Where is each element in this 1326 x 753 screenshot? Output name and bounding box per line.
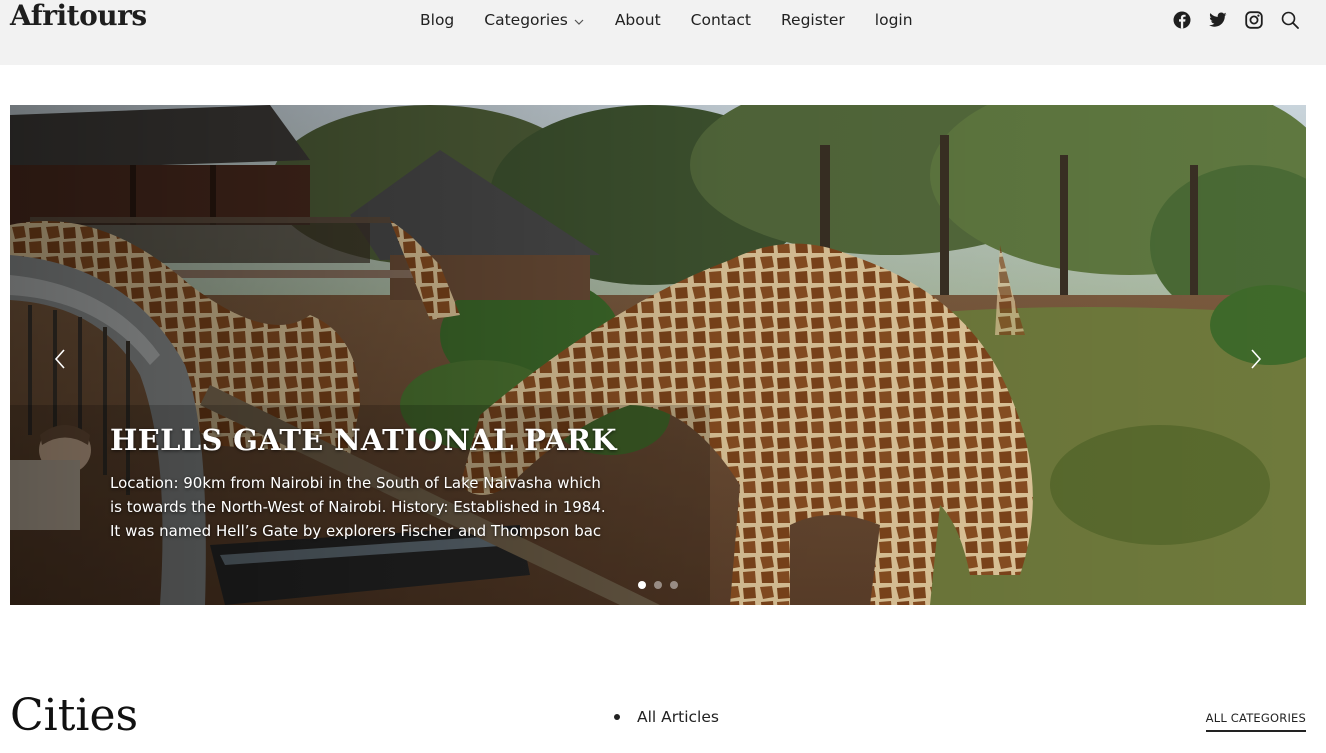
nav-blog-label: Blog	[420, 11, 455, 29]
main-nav: Blog Categories About Contact Register l…	[420, 9, 943, 31]
slider-dots	[638, 581, 686, 589]
nav-login[interactable]: login	[875, 11, 913, 29]
slide-caption: HELLS GATE NATIONAL PARK Location: 90km …	[110, 423, 617, 543]
nav-about-label: About	[614, 11, 661, 29]
slide-title[interactable]: HELLS GATE NATIONAL PARK	[110, 423, 617, 457]
instagram-icon[interactable]	[1244, 10, 1264, 30]
search-icon[interactable]	[1280, 10, 1300, 30]
slider-dot-2[interactable]	[654, 581, 662, 589]
nav-blog[interactable]: Blog	[420, 11, 454, 29]
nav-categories-label: Categories	[484, 11, 568, 29]
facebook-icon[interactable]	[1172, 10, 1192, 30]
slider-dot-1[interactable]	[638, 581, 646, 589]
nav-categories[interactable]: Categories	[484, 11, 585, 29]
twitter-icon[interactable]	[1208, 10, 1228, 30]
chevron-right-icon	[1251, 349, 1262, 369]
hero-slider[interactable]: HELLS GATE NATIONAL PARK Location: 90km …	[10, 105, 1306, 605]
section-title: Cities	[10, 690, 139, 741]
site-logo[interactable]: Afritours	[10, 0, 147, 32]
chevron-left-icon	[54, 349, 65, 369]
chevron-down-icon	[573, 14, 585, 26]
nav-contact[interactable]: Contact	[691, 11, 751, 29]
articles-list: All Articles	[614, 708, 719, 726]
social-links	[1156, 10, 1300, 30]
slider-next-button[interactable]	[1242, 345, 1270, 373]
nav-about[interactable]: About	[615, 11, 661, 29]
nav-login-label: login	[874, 11, 913, 29]
nav-register[interactable]: Register	[781, 11, 845, 29]
slider-prev-button[interactable]	[46, 345, 74, 373]
bullet-icon	[614, 714, 620, 720]
nav-contact-label: Contact	[690, 11, 751, 29]
slide-description: Location: 90km from Nairobi in the South…	[110, 474, 606, 540]
slider-dot-3[interactable]	[670, 581, 678, 589]
all-articles-link[interactable]: All Articles	[637, 708, 719, 726]
nav-register-label: Register	[780, 11, 845, 29]
site-header: Afritours Blog Categories About Contact …	[0, 0, 1326, 65]
all-categories-link[interactable]: ALL CATEGORIES	[1205, 711, 1306, 732]
